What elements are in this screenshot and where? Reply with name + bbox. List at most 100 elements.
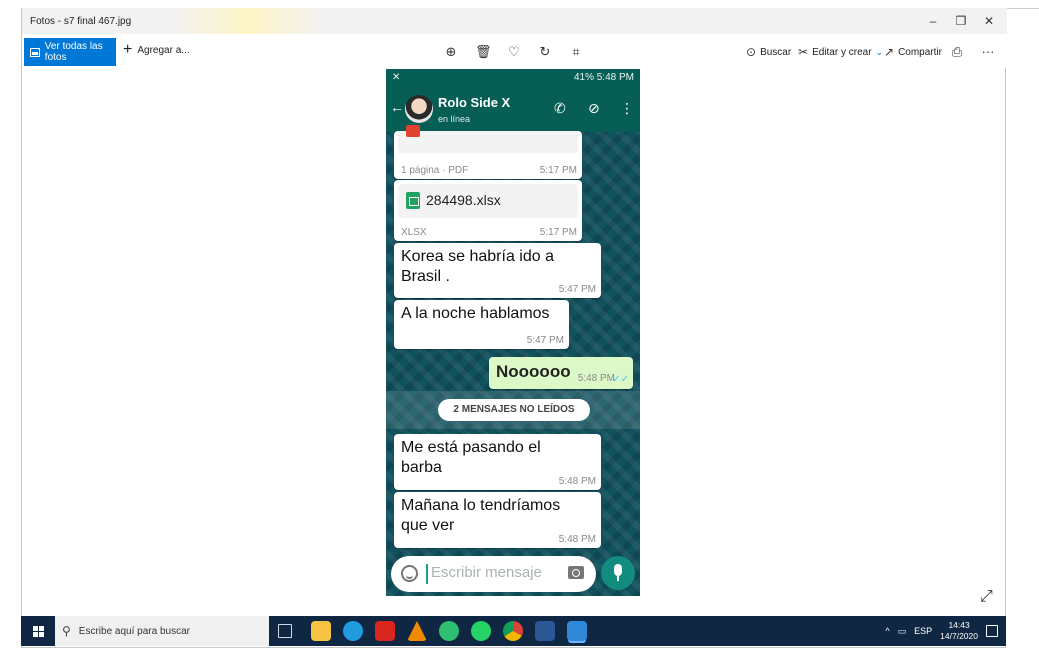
message-time: 5:47 PM (526, 335, 564, 346)
search-icon: ⊙ (746, 45, 757, 59)
acrobat-icon[interactable] (375, 621, 395, 641)
phone-call-icon: ✆ (554, 100, 566, 116)
pdf-file-card (398, 125, 578, 153)
close-button[interactable]: ✕ (975, 12, 1003, 30)
app-green-icon[interactable] (439, 621, 459, 641)
message-text: Me está pasando el barba (401, 439, 541, 476)
word-icon[interactable] (535, 621, 555, 641)
see-all-photos-button[interactable]: Ver todas las fotos (24, 38, 116, 66)
attach-icon: ⊘ (588, 100, 600, 116)
window-title: Fotos - s7 final 467.jpg (30, 16, 132, 27)
message-bubble-outgoing: Noooooo 5:48 PM ✓✓ (489, 357, 633, 389)
fullscreen-icon[interactable]: ⤢ (980, 588, 993, 606)
message-meta: XLSX (401, 227, 427, 238)
plus-icon: + (123, 41, 133, 58)
message-bubble: Mañana lo tendríamos que ver 5:48 PM (394, 492, 601, 548)
file-explorer-icon[interactable] (311, 621, 331, 641)
task-view-icon[interactable] (278, 624, 292, 638)
chevron-up-icon[interactable]: ^ (885, 626, 889, 636)
taskbar-search-box[interactable]: ⚲ Escribe aquí para buscar (55, 616, 269, 646)
message-text: Noooooo (496, 362, 571, 381)
menu-dots-icon: ⋮ (620, 100, 634, 116)
zoom-in-icon[interactable]: ⊕ (443, 44, 459, 60)
xlsx-file-card: 284498.xlsx (398, 184, 578, 218)
edit-create-label: Editar y crear (812, 46, 872, 58)
minimize-button[interactable]: – (919, 12, 947, 30)
chrome-icon[interactable] (503, 621, 523, 641)
message-bubble: A la noche hablamos 5:47 PM (394, 300, 569, 349)
unread-divider: 2 MENSAJES NO LEÍDOS (386, 391, 640, 429)
camera-icon (568, 566, 584, 579)
pdf-icon (406, 125, 420, 137)
more-button[interactable]: ··· (980, 44, 996, 60)
windows-logo-icon (32, 625, 44, 637)
avatar (405, 95, 433, 123)
see-all-photos-label: Ver todas las fotos (44, 41, 103, 63)
message-time: 5:47 PM (558, 284, 596, 295)
message-composer: Escribir mensaje (391, 556, 596, 592)
microphone-icon (601, 556, 635, 590)
photo-toolbar: Ver todas las fotos + Agregar a... ⊕ 🗑 ♡… (22, 34, 1007, 68)
message-bubble: Korea se habría ido a Brasil . 5:47 PM (394, 243, 601, 298)
whatsapp-screenshot: ✕ 41% 5:48 PM ← Rolo Side X en línea ✆ ⊘… (386, 69, 640, 596)
print-icon[interactable]: ⎙ (949, 44, 965, 60)
message-time: 5:48 PM (558, 476, 596, 487)
clock[interactable]: 14:43 14/7/2020 (940, 620, 978, 642)
message-text: Korea se habría ido a Brasil . (401, 248, 554, 285)
battery-icon[interactable]: ▭ (898, 626, 907, 637)
emoji-icon (401, 565, 418, 582)
status-left: ✕ (392, 72, 401, 83)
restore-button[interactable]: ❐ (947, 12, 975, 30)
photos-app-window: Fotos - s7 final 467.jpg – ❐ ✕ Ver todas… (21, 8, 1007, 648)
notification-icon[interactable] (986, 625, 998, 637)
share-button[interactable]: ↗ Compartir (884, 45, 942, 59)
status-right: 41% 5:48 PM (573, 72, 634, 83)
title-highlight (172, 8, 322, 34)
back-arrow-icon: ← (390, 99, 404, 115)
rotate-icon[interactable]: ↻ (537, 44, 553, 60)
heart-icon[interactable]: ♡ (506, 44, 522, 60)
add-to-button[interactable]: + Agregar a... (123, 41, 190, 58)
message-time: 5:48 PM (577, 373, 615, 384)
message-text: A la noche hablamos (401, 305, 550, 322)
windows-taskbar: ⚲ Escribe aquí para buscar ^ ▭ ESP 14:43… (21, 616, 1006, 646)
taskbar-search-placeholder: Escribe aquí para buscar (78, 625, 190, 637)
share-icon: ↗ (884, 45, 895, 59)
message-time: 5:48 PM (558, 534, 596, 545)
vlc-icon[interactable] (407, 621, 427, 641)
search-button[interactable]: ⊙ Buscar (746, 45, 791, 59)
photo-icon (30, 47, 40, 57)
contact-status: en línea (438, 114, 471, 124)
edge-icon[interactable] (343, 621, 363, 641)
photos-icon[interactable] (567, 621, 587, 641)
clock-date: 14/7/2020 (940, 631, 978, 641)
title-bar: Fotos - s7 final 467.jpg – ❐ ✕ (22, 8, 1007, 34)
message-xlsx: 284498.xlsx XLSX 5:17 PM (394, 180, 582, 241)
message-meta: 1 página · PDF (401, 165, 469, 176)
delete-icon[interactable]: 🗑 (475, 44, 492, 60)
message-time: 5:17 PM (539, 227, 577, 238)
contact-name: Rolo Side X (438, 95, 511, 110)
start-button[interactable] (21, 616, 55, 646)
phone-status-bar: ✕ 41% 5:48 PM (386, 69, 640, 87)
whatsapp-icon[interactable] (471, 621, 491, 641)
composer-placeholder: Escribir mensaje (431, 564, 542, 581)
message-time: 5:17 PM (539, 165, 577, 176)
chat-header: ← Rolo Side X en línea ✆ ⊘ ⋮ (386, 87, 640, 132)
spreadsheet-icon (406, 192, 420, 209)
share-label: Compartir (898, 46, 942, 58)
unread-label: 2 MENSAJES NO LEÍDOS (438, 399, 590, 421)
chevron-down-icon: ⌄ (875, 46, 884, 57)
search-icon: ⚲ (62, 624, 71, 638)
add-to-label: Agregar a... (137, 44, 190, 56)
language-indicator[interactable]: ESP (914, 626, 932, 636)
message-bubble: Me está pasando el barba 5:48 PM (394, 434, 601, 490)
double-check-icon: ✓✓ (612, 374, 629, 385)
edit-create-button[interactable]: ✂ Editar y crear ⌄ (798, 45, 883, 59)
crop-icon[interactable]: ⌗ (568, 44, 584, 60)
search-label: Buscar (760, 46, 792, 58)
system-tray: ^ ▭ ESP 14:43 14/7/2020 (885, 616, 998, 646)
message-text: Mañana lo tendríamos que ver (401, 497, 561, 534)
text-cursor (426, 564, 428, 584)
clock-time: 14:43 (948, 620, 970, 630)
